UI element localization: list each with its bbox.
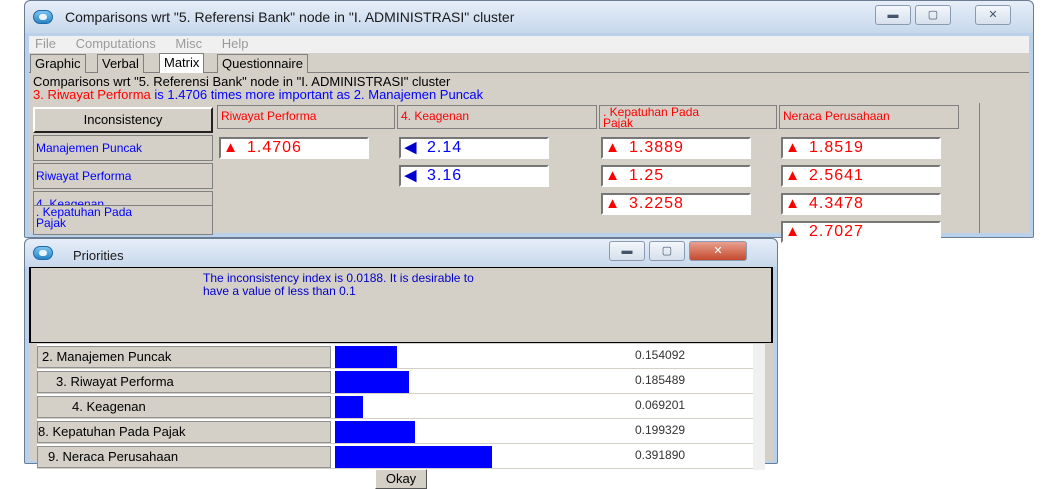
minimize-icon[interactable]: ▬ bbox=[875, 5, 911, 25]
maximize-icon[interactable]: ▢ bbox=[915, 5, 951, 25]
minimize-icon[interactable]: ▬ bbox=[609, 241, 645, 261]
close-icon[interactable]: ✕ bbox=[975, 5, 1011, 25]
menu-computations[interactable]: Computations bbox=[76, 36, 156, 51]
matrix-cell[interactable]: ▲ 4.3478 bbox=[781, 193, 941, 215]
okay-button[interactable]: Okay bbox=[375, 469, 427, 489]
matrix-cell-value: 1.4706 bbox=[247, 139, 302, 156]
up-arrow-icon[interactable]: ▲ bbox=[221, 139, 241, 157]
priority-bar bbox=[335, 421, 415, 443]
matrix-cell-value: 2.14 bbox=[427, 139, 463, 156]
matrix-cell[interactable]: ▲ 1.3889 bbox=[601, 137, 751, 159]
priority-label: 2. Manajemen Puncak bbox=[37, 346, 331, 368]
maximize-icon[interactable]: ▢ bbox=[649, 241, 685, 261]
matrix-cell-value: 3.16 bbox=[427, 167, 463, 184]
row-header-riwayat[interactable]: Riwayat Performa bbox=[33, 163, 213, 189]
matrix-cell[interactable]: ▲ 2.7027 bbox=[781, 221, 941, 243]
priority-label: 8. Kepatuhan Pada Pajak bbox=[37, 421, 331, 443]
row-header-manajemen[interactable]: Manajemen Puncak bbox=[33, 135, 213, 161]
inconsistency-button[interactable]: Inconsistency bbox=[33, 107, 213, 133]
menu-bar: File Computations Misc Help bbox=[29, 36, 1029, 53]
left-arrow-icon[interactable]: ◀ bbox=[401, 167, 421, 185]
priority-row: 2. Manajemen Puncak 0.154092 bbox=[37, 344, 753, 369]
matrix-cell-value: 2.7027 bbox=[809, 223, 864, 240]
priority-value: 0.391890 bbox=[635, 448, 686, 462]
priorities-title: Priorities bbox=[73, 248, 124, 263]
tab-verbal[interactable]: Verbal bbox=[97, 54, 144, 73]
title-bar[interactable]: Comparisons wrt "5. Referensi Bank" node… bbox=[25, 1, 1033, 33]
matrix-cell-value: 4.3478 bbox=[809, 195, 864, 212]
column-header-keagenan[interactable]: 4. Keagenan bbox=[397, 105, 597, 129]
priority-value: 0.185489 bbox=[635, 373, 686, 387]
matrix-side-panel bbox=[979, 103, 1025, 233]
priority-value: 0.199329 bbox=[635, 423, 686, 437]
up-arrow-icon[interactable]: ▲ bbox=[783, 223, 803, 241]
matrix-cell[interactable]: ▲ 3.2258 bbox=[601, 193, 751, 215]
close-icon[interactable]: ✕ bbox=[689, 241, 747, 261]
menu-file[interactable]: File bbox=[35, 36, 56, 51]
tab-bar: Graphic Verbal Matrix Questionnaire bbox=[29, 53, 1029, 74]
row-header-kepatuhan[interactable]: . Kepatuhan Pada Pajak bbox=[33, 205, 213, 235]
up-arrow-icon[interactable]: ▲ bbox=[603, 195, 623, 213]
priorities-list: 2. Manajemen Puncak 0.154092 3. Riwayat Pe… bbox=[37, 344, 765, 470]
menu-misc[interactable]: Misc bbox=[175, 36, 202, 51]
tab-graphic[interactable]: Graphic bbox=[30, 54, 86, 73]
priority-label: 4. Keagenan bbox=[37, 396, 331, 418]
priorities-title-bar[interactable]: Priorities ▬ ▢ ✕ bbox=[25, 239, 777, 267]
matrix-cell[interactable]: ▲ 1.25 bbox=[601, 165, 751, 187]
comparison-summary: 3. Riwayat Performa is 1.4706 times more… bbox=[33, 88, 483, 102]
priority-row: 8. Kepatuhan Pada Pajak 0.199329 bbox=[37, 419, 753, 444]
priorities-panel: The inconsistency index is 0.0188. It is… bbox=[29, 267, 773, 489]
up-arrow-icon[interactable]: ▲ bbox=[783, 167, 803, 185]
up-arrow-icon[interactable]: ▲ bbox=[783, 195, 803, 213]
matrix-cell-value: 1.3889 bbox=[629, 139, 684, 156]
app-icon bbox=[33, 10, 53, 24]
window-title: Comparisons wrt "5. Referensi Bank" node… bbox=[65, 9, 515, 25]
priority-bar bbox=[335, 346, 397, 368]
left-arrow-icon[interactable]: ◀ bbox=[401, 139, 421, 157]
priority-bar bbox=[335, 446, 492, 468]
summary-row-node: 3. Riwayat Performa bbox=[33, 87, 151, 102]
menu-help[interactable]: Help bbox=[222, 36, 249, 51]
priority-label: 3. Riwayat Performa bbox=[37, 371, 331, 393]
up-arrow-icon[interactable]: ▲ bbox=[603, 139, 623, 157]
up-arrow-icon[interactable]: ▲ bbox=[603, 167, 623, 185]
matrix-cell[interactable]: ◀ 3.16 bbox=[399, 165, 549, 187]
column-header-riwayat[interactable]: Riwayat Performa bbox=[217, 105, 395, 129]
matrix-cell-value: 1.8519 bbox=[809, 139, 864, 156]
comparisons-window: Comparisons wrt "5. Referensi Bank" node… bbox=[24, 0, 1034, 243]
up-arrow-icon[interactable]: ▲ bbox=[783, 139, 803, 157]
matrix-cell-value: 2.5641 bbox=[809, 167, 864, 184]
inconsistency-message-box: The inconsistency index is 0.0188. It is… bbox=[29, 267, 773, 343]
tab-matrix[interactable]: Matrix bbox=[159, 53, 205, 74]
priority-row: 9. Neraca Perusahaan 0.391890 bbox=[37, 444, 753, 469]
matrix-cell[interactable]: ▲ 2.5641 bbox=[781, 165, 941, 187]
matrix-cell[interactable]: ◀ 2.14 bbox=[399, 137, 549, 159]
inconsistency-message: The inconsistency index is 0.0188. It is… bbox=[203, 271, 474, 298]
summary-text: is 1.4706 times more important as bbox=[150, 87, 354, 102]
scrollbar[interactable] bbox=[753, 344, 765, 470]
priority-row: 3. Riwayat Performa 0.185489 bbox=[37, 369, 753, 394]
tab-questionnaire[interactable]: Questionnaire bbox=[217, 54, 308, 73]
column-header-kepatuhan[interactable]: . Kepatuhan Pada Pajak bbox=[599, 105, 777, 129]
priority-label: 9. Neraca Perusahaan bbox=[37, 446, 331, 468]
column-header-neraca[interactable]: Neraca Perusahaan bbox=[779, 105, 959, 129]
priority-bar bbox=[335, 371, 409, 393]
priority-row: 4. Keagenan 0.069201 bbox=[37, 394, 753, 419]
matrix-panel: Comparisons wrt "5. Referensi Bank" node… bbox=[29, 73, 1029, 243]
matrix-cell[interactable]: ▲ 1.4706 bbox=[219, 137, 369, 159]
priority-value: 0.069201 bbox=[635, 398, 686, 412]
priority-value: 0.154092 bbox=[635, 348, 686, 362]
app-icon bbox=[33, 246, 53, 260]
priority-bar bbox=[335, 396, 363, 418]
matrix-cell[interactable]: ▲ 1.8519 bbox=[781, 137, 941, 159]
summary-col-node: 2. Manajemen Puncak bbox=[353, 87, 484, 102]
matrix-cell-value: 1.25 bbox=[629, 167, 665, 184]
priorities-window: Priorities ▬ ▢ ✕ The inconsistency index… bbox=[24, 238, 778, 489]
matrix-cell-value: 3.2258 bbox=[629, 195, 684, 212]
